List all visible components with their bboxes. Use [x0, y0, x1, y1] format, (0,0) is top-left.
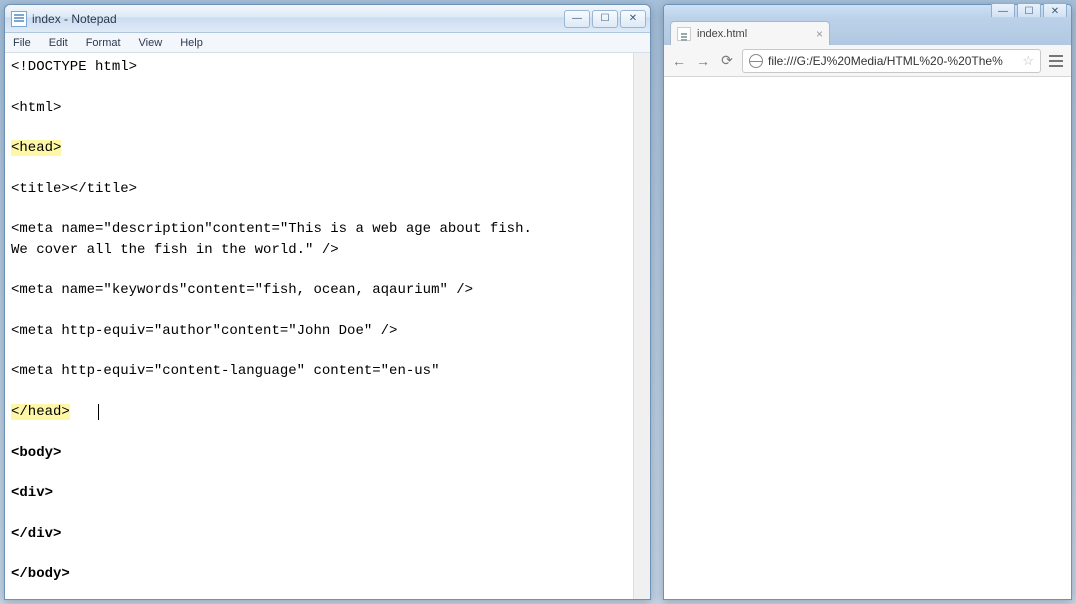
- code-line: </body>: [11, 566, 70, 582]
- text-cursor: [98, 404, 99, 420]
- menu-edit[interactable]: Edit: [45, 35, 72, 51]
- menu-format[interactable]: Format: [82, 35, 125, 51]
- notepad-textarea[interactable]: <!DOCTYPE html> <html> <head> <title></t…: [5, 53, 650, 599]
- code-line: <meta name="description"content="This is…: [11, 221, 532, 237]
- menu-icon[interactable]: [1047, 55, 1065, 67]
- back-icon[interactable]: ←: [670, 52, 688, 70]
- chrome-toolbar: ← → ⟳ file:///G:/EJ%20Media/HTML%20-%20T…: [664, 45, 1071, 77]
- browser-viewport[interactable]: [664, 77, 1071, 599]
- browser-tab[interactable]: index.html ×: [670, 21, 830, 45]
- notepad-titlebar[interactable]: index - Notepad — ☐ ✕: [5, 5, 650, 33]
- notepad-menubar: File Edit Format View Help: [5, 33, 650, 53]
- reload-icon[interactable]: ⟳: [718, 52, 736, 70]
- code-line: <body>: [11, 445, 61, 461]
- menu-help[interactable]: Help: [176, 35, 207, 51]
- tab-title: index.html: [697, 28, 747, 40]
- notepad-window: index - Notepad — ☐ ✕ File Edit Format V…: [4, 4, 651, 600]
- chrome-frame-controls: — ☐ ✕: [664, 5, 1071, 17]
- forward-icon[interactable]: →: [694, 52, 712, 70]
- minimize-button[interactable]: —: [564, 10, 590, 28]
- url-text: file:///G:/EJ%20Media/HTML%20-%20The%: [768, 54, 1003, 68]
- code-line: <html>: [11, 100, 61, 116]
- code-line-highlight: <head>: [11, 140, 61, 156]
- notepad-app-icon: [11, 11, 27, 27]
- code-line: <meta http-equiv="author"content="John D…: [11, 323, 397, 339]
- scrollbar-vertical[interactable]: [633, 53, 650, 599]
- close-tab-icon[interactable]: ×: [816, 27, 823, 41]
- code-line: <title></title>: [11, 181, 137, 197]
- code-line: <meta name="keywords"content="fish, ocea…: [11, 282, 473, 298]
- code-line: <div>: [11, 485, 53, 501]
- code-line: </div>: [11, 526, 61, 542]
- code-line-highlight: </head>: [11, 404, 70, 420]
- code-line: <!DOCTYPE html>: [11, 59, 137, 75]
- bookmark-star-icon[interactable]: ☆: [1022, 53, 1034, 69]
- chrome-window: — ☐ ✕ index.html × ← → ⟳ file:///G:/EJ%2…: [663, 4, 1072, 600]
- notepad-title: index - Notepad: [32, 12, 564, 26]
- menu-file[interactable]: File: [9, 35, 35, 51]
- menu-view[interactable]: View: [135, 35, 167, 51]
- chrome-tabstrip: index.html ×: [664, 17, 1071, 45]
- maximize-button[interactable]: ☐: [592, 10, 618, 28]
- code-line: We cover all the fish in the world." />: [11, 242, 339, 258]
- globe-icon: [749, 54, 763, 68]
- close-button[interactable]: ✕: [620, 10, 646, 28]
- file-icon: [677, 27, 691, 41]
- address-bar[interactable]: file:///G:/EJ%20Media/HTML%20-%20The% ☆: [742, 49, 1041, 73]
- code-line: <meta http-equiv="content-language" cont…: [11, 363, 439, 379]
